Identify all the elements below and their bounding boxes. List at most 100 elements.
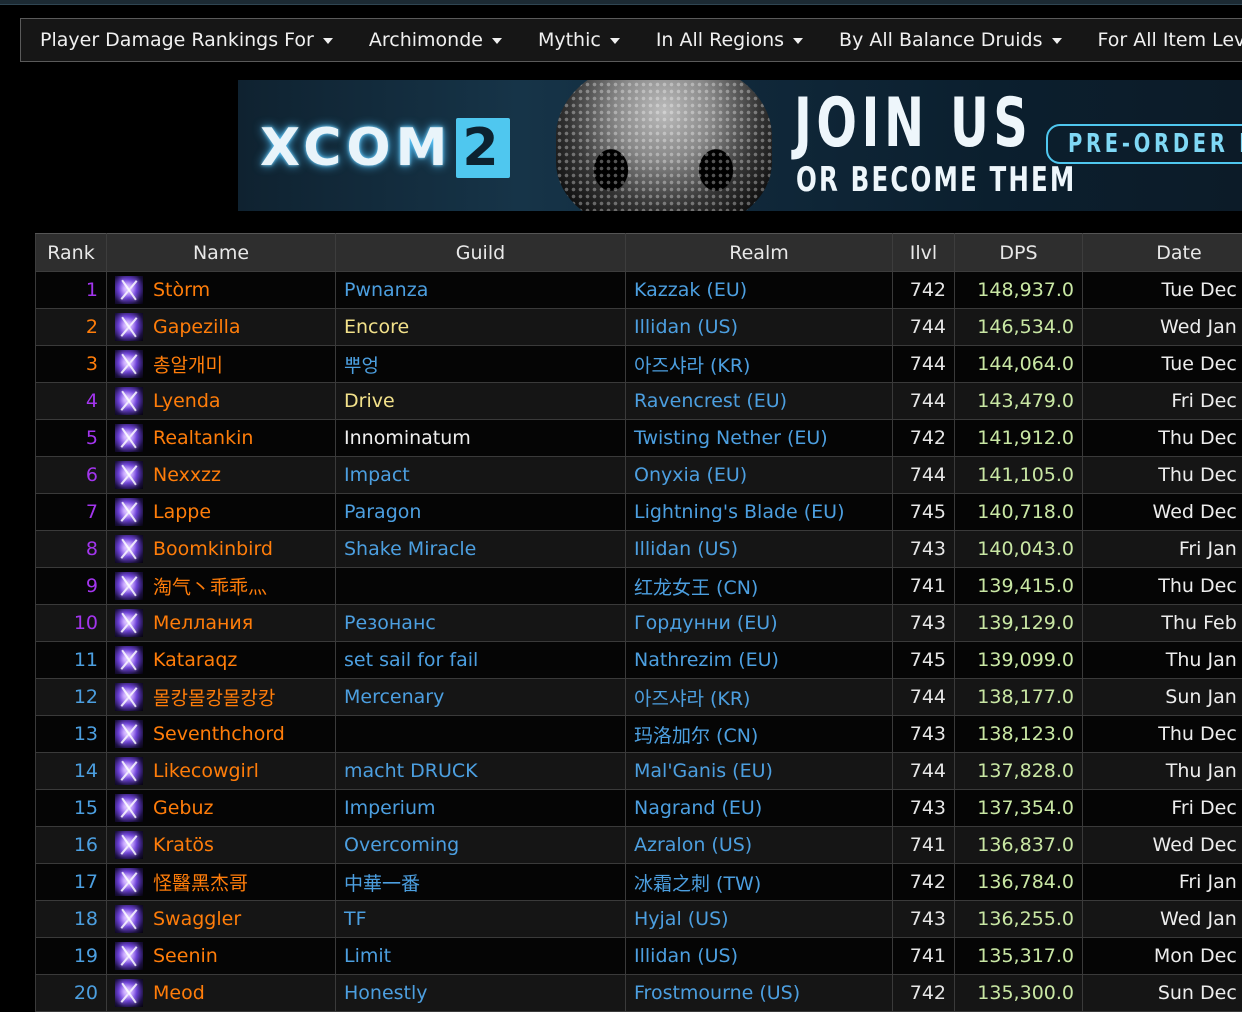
filter-dropdown-1[interactable]: Archimonde bbox=[351, 19, 520, 61]
realm-cell[interactable]: Frostmourne (US) bbox=[626, 975, 893, 1012]
realm-cell[interactable]: 冰霜之刺 (TW) bbox=[626, 864, 893, 901]
guild-cell[interactable]: 中華一番 bbox=[336, 864, 626, 901]
guild-cell[interactable]: Imperium bbox=[336, 790, 626, 827]
guild-link[interactable]: Резонанс bbox=[344, 612, 436, 634]
player-name-link[interactable]: 怪醫黑杰哥 bbox=[153, 873, 248, 895]
realm-link[interactable]: Illidan (US) bbox=[634, 945, 738, 967]
name-cell[interactable]: Gebuz bbox=[107, 790, 336, 827]
player-name-link[interactable]: 몰캉몰캉몰캉캉 bbox=[153, 688, 275, 710]
guild-link[interactable]: Innominatum bbox=[344, 427, 471, 449]
guild-cell[interactable] bbox=[336, 568, 626, 605]
player-name-link[interactable]: Seenin bbox=[153, 945, 218, 967]
realm-link[interactable]: Onyxia (EU) bbox=[634, 464, 747, 486]
name-cell[interactable]: 怪醫黑杰哥 bbox=[107, 864, 336, 901]
name-cell[interactable]: Seventhchord bbox=[107, 716, 336, 753]
player-name-link[interactable]: 총알개미 bbox=[153, 355, 223, 377]
player-name-link[interactable]: Likecowgirl bbox=[153, 760, 259, 782]
guild-link[interactable]: TF bbox=[344, 908, 367, 930]
realm-cell[interactable]: 아즈샤라 (KR) bbox=[626, 679, 893, 716]
realm-link[interactable]: Hyjal (US) bbox=[634, 908, 729, 930]
guild-cell[interactable]: set sail for fail bbox=[336, 642, 626, 679]
player-name-link[interactable]: Lyenda bbox=[153, 390, 221, 412]
player-name-link[interactable]: Kataraqz bbox=[153, 649, 237, 671]
player-name-link[interactable]: Nexxzz bbox=[153, 464, 221, 486]
name-cell[interactable]: Lyenda bbox=[107, 383, 336, 420]
realm-cell[interactable]: Hyjal (US) bbox=[626, 901, 893, 938]
name-cell[interactable]: Seenin bbox=[107, 938, 336, 975]
realm-cell[interactable]: Nathrezim (EU) bbox=[626, 642, 893, 679]
name-cell[interactable]: Realtankin bbox=[107, 420, 336, 457]
guild-link[interactable]: Limit bbox=[344, 945, 391, 967]
player-name-link[interactable]: Boomkinbird bbox=[153, 538, 273, 560]
realm-link[interactable]: Mal'Ganis (EU) bbox=[634, 760, 773, 782]
realm-link[interactable]: Illidan (US) bbox=[634, 316, 738, 338]
guild-cell[interactable]: Paragon bbox=[336, 494, 626, 531]
realm-cell[interactable]: 红龙女王 (CN) bbox=[626, 568, 893, 605]
header-guild[interactable]: Guild bbox=[336, 234, 626, 272]
realm-cell[interactable]: Azralon (US) bbox=[626, 827, 893, 864]
name-cell[interactable]: Nexxzz bbox=[107, 457, 336, 494]
realm-cell[interactable]: Illidan (US) bbox=[626, 531, 893, 568]
guild-link[interactable]: Drive bbox=[344, 390, 395, 412]
player-name-link[interactable]: Meod bbox=[153, 982, 205, 1004]
guild-cell[interactable]: Encore bbox=[336, 309, 626, 346]
realm-cell[interactable]: 아즈샤라 (KR) bbox=[626, 346, 893, 383]
filter-dropdown-0[interactable]: Player Damage Rankings For bbox=[21, 19, 351, 61]
player-name-link[interactable]: Меллания bbox=[153, 612, 253, 634]
guild-link[interactable]: Mercenary bbox=[344, 686, 444, 708]
guild-link[interactable]: macht DRUCK bbox=[344, 760, 478, 782]
realm-cell[interactable]: Nagrand (EU) bbox=[626, 790, 893, 827]
guild-link[interactable]: 뿌엉 bbox=[344, 355, 379, 377]
realm-link[interactable]: 玛洛加尔 (CN) bbox=[634, 725, 758, 747]
guild-link[interactable]: 中華一番 bbox=[344, 873, 420, 895]
header-rank[interactable]: Rank bbox=[36, 234, 107, 272]
realm-link[interactable]: 红龙女王 (CN) bbox=[634, 577, 758, 599]
name-cell[interactable]: Kataraqz bbox=[107, 642, 336, 679]
realm-link[interactable]: Azralon (US) bbox=[634, 834, 752, 856]
guild-cell[interactable]: macht DRUCK bbox=[336, 753, 626, 790]
guild-cell[interactable]: 뿌엉 bbox=[336, 346, 626, 383]
guild-cell[interactable]: Drive bbox=[336, 383, 626, 420]
filter-dropdown-2[interactable]: Mythic bbox=[520, 19, 638, 61]
guild-link[interactable]: Paragon bbox=[344, 501, 421, 523]
realm-cell[interactable]: Mal'Ganis (EU) bbox=[626, 753, 893, 790]
realm-link[interactable]: Nathrezim (EU) bbox=[634, 649, 779, 671]
realm-link[interactable]: 아즈샤라 (KR) bbox=[634, 355, 750, 377]
filter-dropdown-3[interactable]: In All Regions bbox=[638, 19, 821, 61]
guild-cell[interactable]: Honestly bbox=[336, 975, 626, 1012]
realm-cell[interactable]: Lightning's Blade (EU) bbox=[626, 494, 893, 531]
realm-link[interactable]: Lightning's Blade (EU) bbox=[634, 501, 844, 523]
header-ilvl[interactable]: Ilvl bbox=[893, 234, 955, 272]
name-cell[interactable]: 淘气丶乖乖灬 bbox=[107, 568, 336, 605]
player-name-link[interactable]: Stòrm bbox=[153, 279, 210, 301]
player-name-link[interactable]: Gapezilla bbox=[153, 316, 241, 338]
name-cell[interactable]: Stòrm bbox=[107, 272, 336, 309]
realm-link[interactable]: Ravencrest (EU) bbox=[634, 390, 787, 412]
player-name-link[interactable]: Swaggler bbox=[153, 908, 241, 930]
realm-link[interactable]: Frostmourne (US) bbox=[634, 982, 800, 1004]
filter-dropdown-5[interactable]: For All Item Levels bbox=[1080, 19, 1242, 61]
player-name-link[interactable]: Seventhchord bbox=[153, 723, 285, 745]
player-name-link[interactable]: Kratös bbox=[153, 834, 214, 856]
name-cell[interactable]: 총알개미 bbox=[107, 346, 336, 383]
realm-cell[interactable]: Twisting Nether (EU) bbox=[626, 420, 893, 457]
guild-link[interactable]: Encore bbox=[344, 316, 409, 338]
realm-cell[interactable]: 玛洛加尔 (CN) bbox=[626, 716, 893, 753]
guild-link[interactable]: Shake Miracle bbox=[344, 538, 476, 560]
guild-link[interactable]: Pwnanza bbox=[344, 279, 428, 301]
realm-link[interactable]: Nagrand (EU) bbox=[634, 797, 762, 819]
player-name-link[interactable]: Gebuz bbox=[153, 797, 214, 819]
guild-cell[interactable]: Pwnanza bbox=[336, 272, 626, 309]
realm-cell[interactable]: Illidan (US) bbox=[626, 938, 893, 975]
name-cell[interactable]: 몰캉몰캉몰캉캉 bbox=[107, 679, 336, 716]
name-cell[interactable]: Meod bbox=[107, 975, 336, 1012]
player-name-link[interactable]: 淘气丶乖乖灬 bbox=[153, 577, 267, 599]
xcom2-ad-banner[interactable]: XCOM2 JOIN US OR BECOME THEM PRE-ORDER N… bbox=[238, 80, 1242, 211]
realm-link[interactable]: 冰霜之刺 (TW) bbox=[634, 873, 761, 895]
name-cell[interactable]: Boomkinbird bbox=[107, 531, 336, 568]
realm-link[interactable]: Illidan (US) bbox=[634, 538, 738, 560]
guild-cell[interactable]: Overcoming bbox=[336, 827, 626, 864]
realm-cell[interactable]: Onyxia (EU) bbox=[626, 457, 893, 494]
guild-cell[interactable]: TF bbox=[336, 901, 626, 938]
name-cell[interactable]: Likecowgirl bbox=[107, 753, 336, 790]
